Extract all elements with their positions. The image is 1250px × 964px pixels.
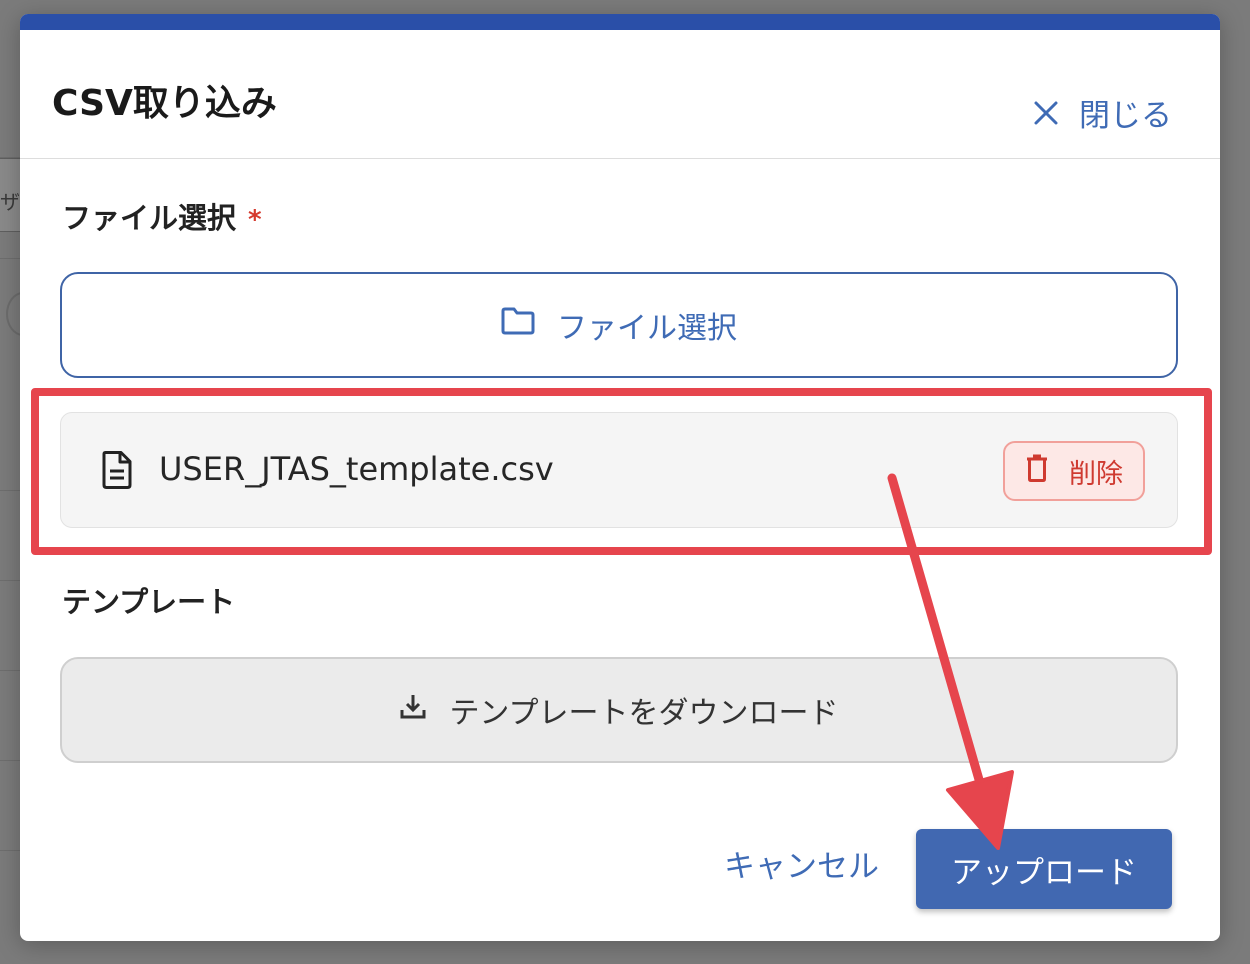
- background-text-fragment: ザ: [0, 190, 20, 214]
- download-template-button[interactable]: テンプレートをダウンロード: [60, 657, 1178, 763]
- file-select-button-label: ファイル選択: [557, 311, 737, 346]
- file-select-button[interactable]: ファイル選択: [60, 272, 1178, 378]
- delete-file-button[interactable]: 削除: [1003, 441, 1145, 501]
- folder-icon: [501, 307, 535, 343]
- template-section-label: テンプレート: [62, 585, 236, 619]
- required-mark: *: [248, 205, 262, 235]
- background-divider: [0, 258, 20, 259]
- close-icon: [1033, 100, 1059, 126]
- selected-file-name: USER_JTAS_template.csv: [159, 450, 554, 488]
- dialog-title: CSV取り込み: [52, 83, 277, 124]
- background-divider: [0, 850, 20, 851]
- delete-label: 削除: [1069, 458, 1123, 490]
- background-divider: [0, 760, 20, 761]
- close-button[interactable]: 閉じる: [1033, 90, 1172, 135]
- close-label: 閉じる: [1079, 98, 1172, 134]
- file-document-icon: [101, 451, 133, 493]
- dialog-header: CSV取り込み 閉じる: [20, 30, 1220, 159]
- selected-file-item: USER_JTAS_template.csv 削除: [60, 412, 1178, 528]
- file-select-label-text: ファイル選択: [62, 201, 237, 235]
- cancel-button[interactable]: キャンセル: [724, 852, 879, 883]
- download-icon: [399, 692, 427, 728]
- background-divider: [0, 490, 20, 491]
- download-template-label: テンプレートをダウンロード: [449, 696, 839, 731]
- csv-import-dialog: CSV取り込み 閉じる ファイル選択 * ファイル選択 USER_JTAS_te…: [20, 14, 1220, 941]
- file-select-label: ファイル選択 *: [62, 201, 262, 235]
- background-divider: [0, 670, 20, 671]
- background-divider: [0, 580, 20, 581]
- dialog-accent-bar: [20, 14, 1220, 30]
- trash-icon: [1025, 454, 1049, 489]
- upload-button[interactable]: アップロード: [916, 829, 1172, 909]
